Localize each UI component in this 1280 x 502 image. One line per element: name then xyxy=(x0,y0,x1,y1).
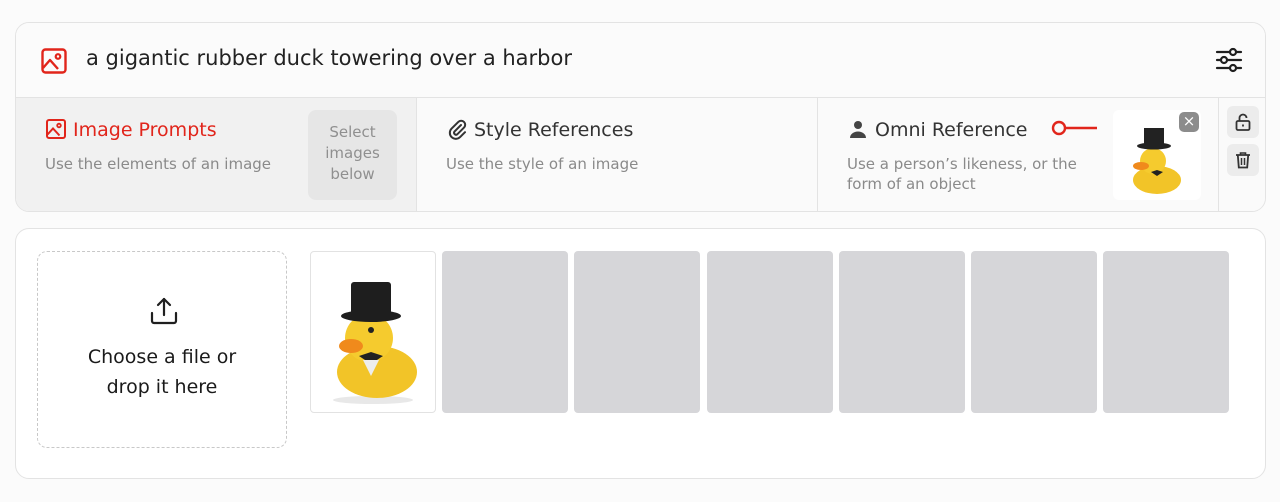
image-icon xyxy=(45,118,67,140)
image-prompts-section[interactable]: Image Prompts Use the elements of an ima… xyxy=(16,98,417,211)
unlock-icon[interactable] xyxy=(1227,106,1259,138)
dropzone-label: Choose a file or drop it here xyxy=(87,346,237,398)
select-images-placeholder: Select images below xyxy=(308,110,397,200)
gallery-image-slot[interactable] xyxy=(839,251,965,413)
paperclip-icon xyxy=(446,118,468,140)
reference-row: Image Prompts Use the elements of an ima… xyxy=(16,98,1265,211)
omni-reference-section[interactable]: Omni Reference Use a person’s likeness, … xyxy=(818,98,1219,211)
side-actions xyxy=(1219,98,1265,211)
image-icon xyxy=(40,47,68,75)
gallery-image-slot[interactable] xyxy=(1103,251,1229,413)
remove-omni-image-button[interactable]: × xyxy=(1179,112,1199,132)
style-references-section[interactable]: Style References Use the style of an ima… xyxy=(417,98,818,211)
prompt-bar[interactable]: a gigantic rubber duck towering over a h… xyxy=(16,23,1265,98)
file-dropzone[interactable]: Choose a file or drop it here xyxy=(37,251,287,448)
gallery-image-slot[interactable] xyxy=(971,251,1097,413)
gallery-image-slot[interactable] xyxy=(707,251,833,413)
style-references-description: Use the style of an image xyxy=(446,155,639,173)
image-prompts-description: Use the elements of an image xyxy=(45,155,272,173)
image-prompts-title: Image Prompts xyxy=(45,118,217,141)
style-references-title: Style References xyxy=(446,118,633,141)
trash-icon[interactable] xyxy=(1227,144,1259,176)
gallery-image-slot[interactable] xyxy=(574,251,700,413)
omni-weight-slider[interactable] xyxy=(1050,120,1098,136)
sliders-icon[interactable] xyxy=(1214,45,1244,75)
omni-reference-description: Use a person’s likeness, or the form of … xyxy=(847,155,1077,193)
prompt-input[interactable]: a gigantic rubber duck towering over a h… xyxy=(86,46,572,70)
person-icon xyxy=(847,118,869,140)
omni-reference-title: Omni Reference xyxy=(847,118,1028,141)
image-gallery-panel: Choose a file or drop it here xyxy=(15,228,1266,479)
prompt-panel: a gigantic rubber duck towering over a h… xyxy=(15,22,1266,212)
upload-icon xyxy=(149,296,179,326)
gallery-image-slot[interactable] xyxy=(442,251,568,413)
gallery-image-slot[interactable] xyxy=(310,251,436,413)
